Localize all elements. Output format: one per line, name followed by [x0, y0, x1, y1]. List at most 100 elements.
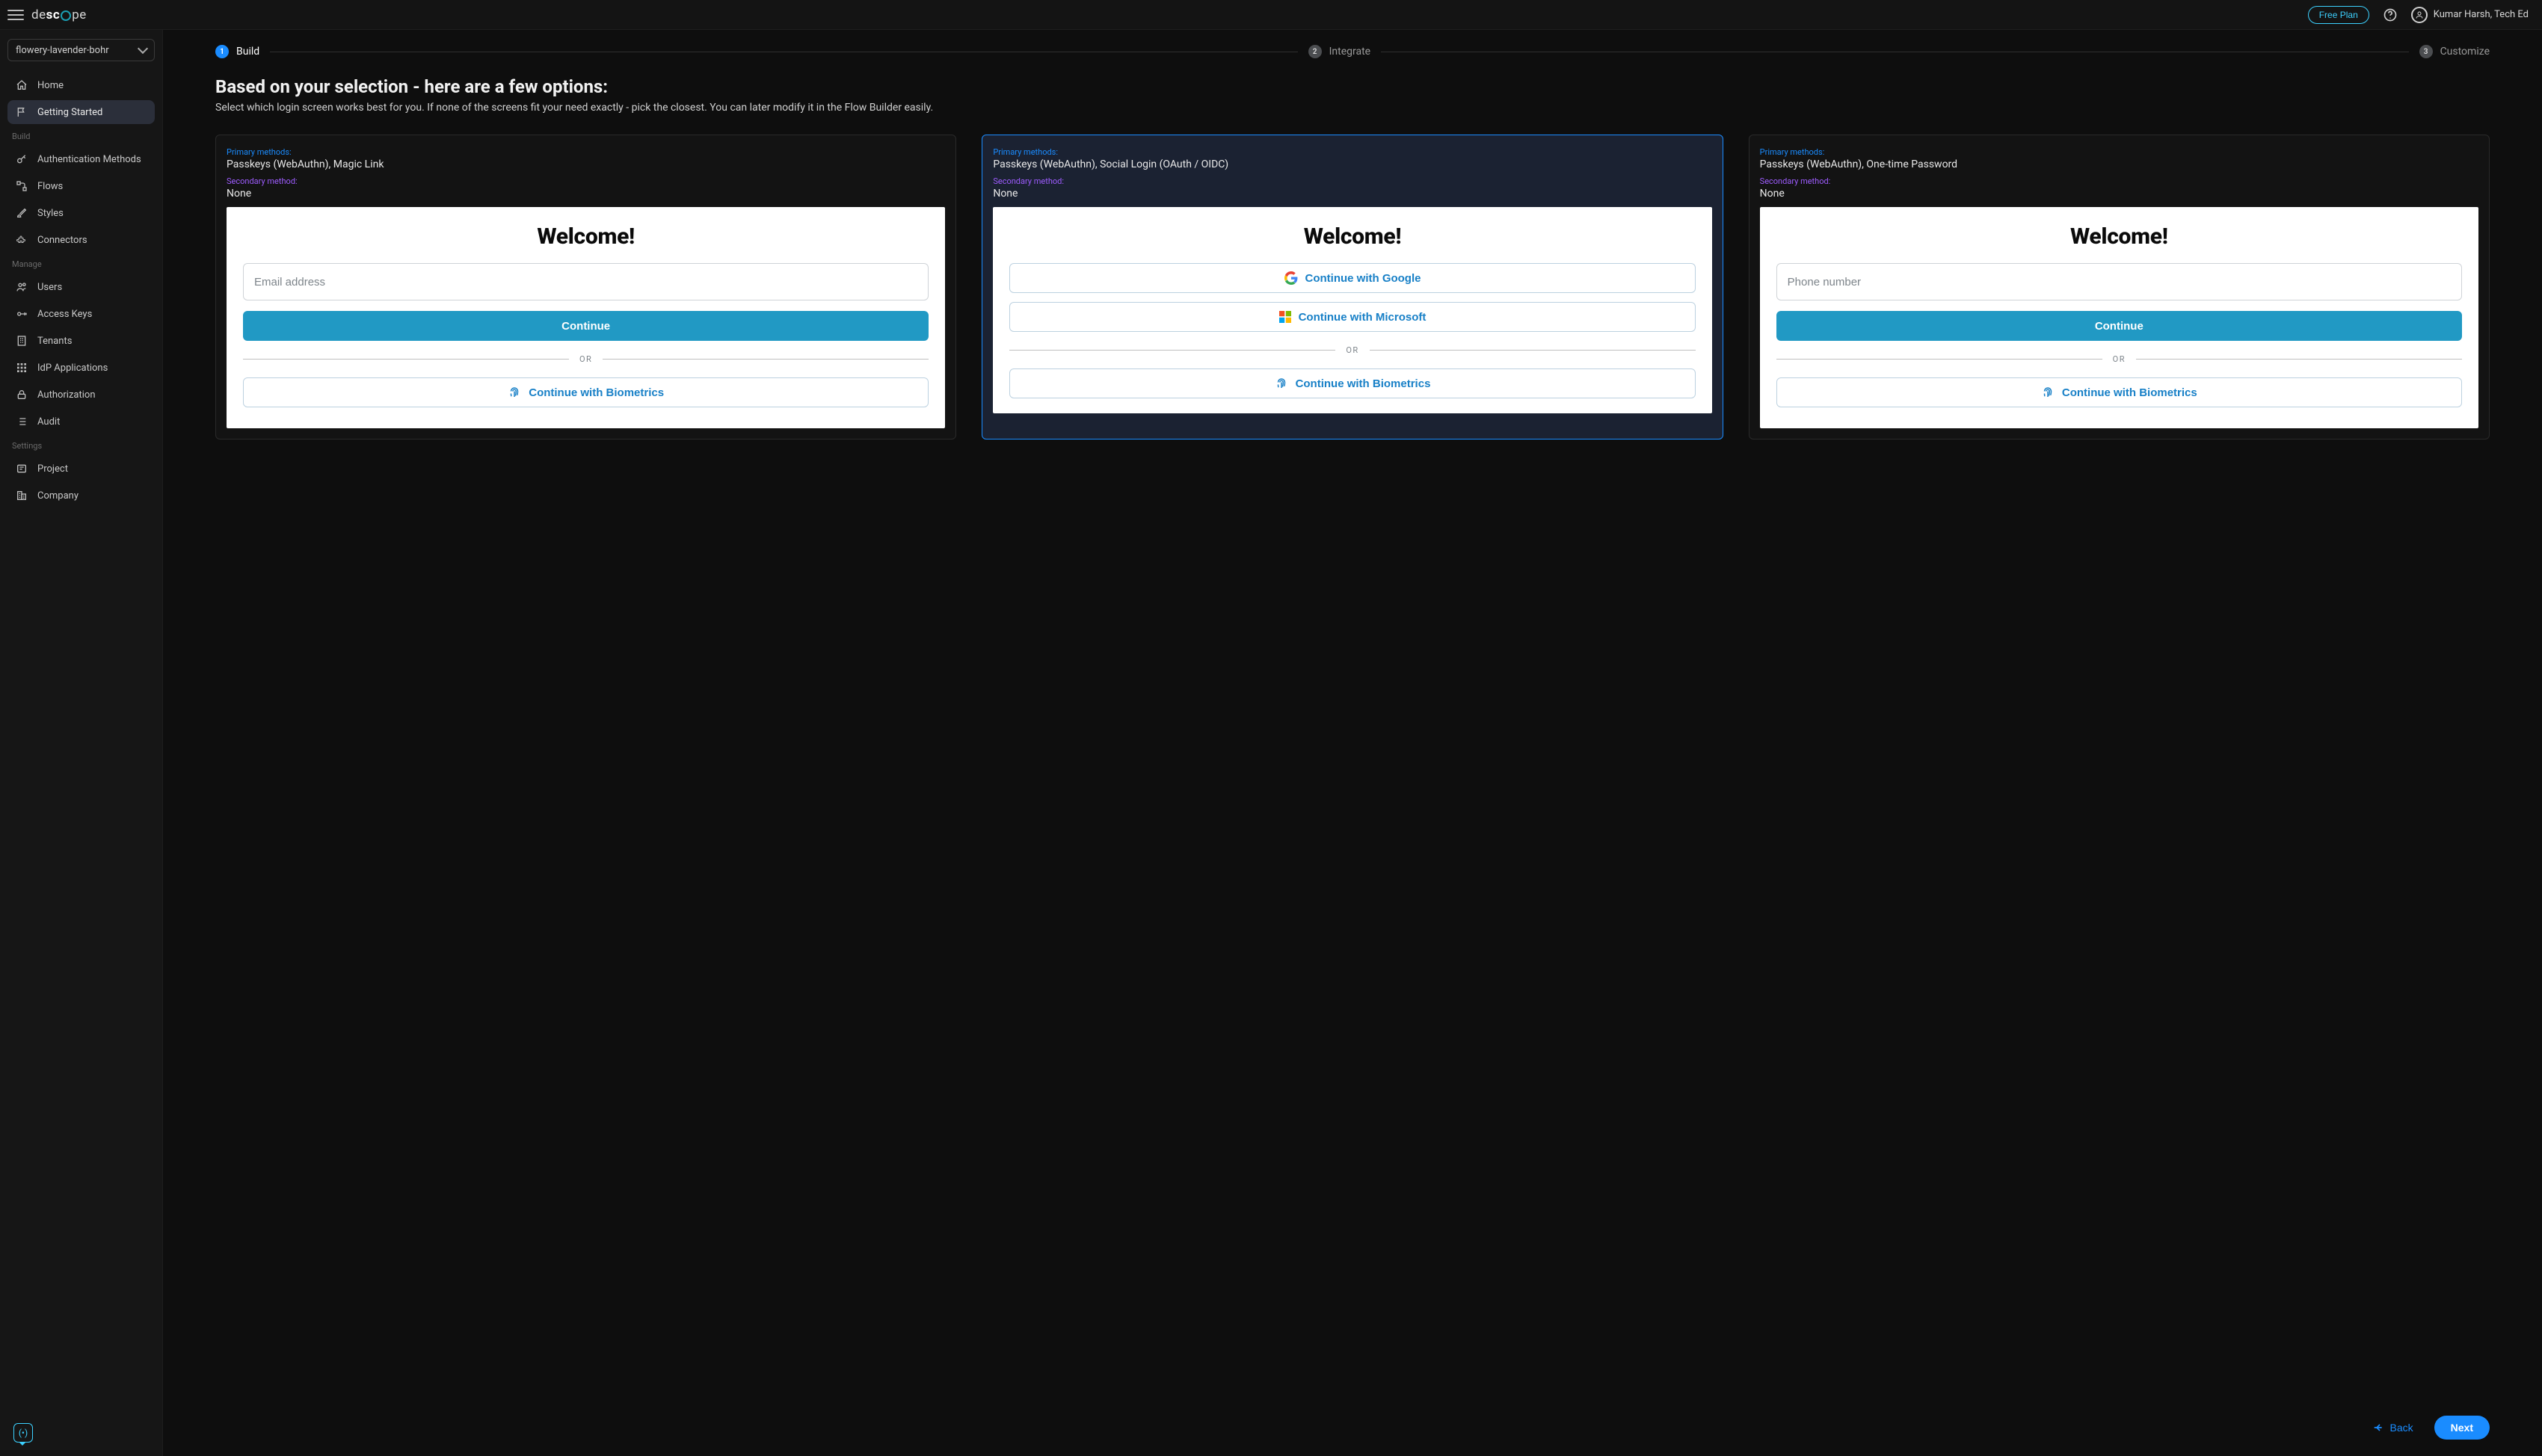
step-label-build: Build — [236, 46, 259, 58]
step-label-customize: Customize — [2440, 46, 2490, 58]
page-title: Based on your selection - here are a few… — [215, 76, 2490, 97]
menu-icon[interactable] — [7, 10, 24, 20]
sidebar-item-company[interactable]: Company — [7, 484, 155, 508]
google-label: Continue with Google — [1305, 272, 1421, 285]
sidebar-item-label: Styles — [37, 208, 64, 219]
step-num-2: 2 — [1308, 45, 1322, 58]
or-divider: OR — [1009, 345, 1695, 355]
step-label-integrate: Integrate — [1329, 46, 1371, 58]
logo: descpe — [31, 7, 87, 22]
google-button[interactable]: Continue with Google — [1009, 263, 1695, 293]
back-button[interactable]: Back — [2368, 1421, 2418, 1434]
biometrics-button[interactable]: Continue with Biometrics — [1009, 368, 1695, 398]
step-num-1: 1 — [215, 45, 229, 58]
sidebar-item-access-keys[interactable]: Access Keys — [7, 302, 155, 326]
phone-input[interactable] — [1776, 263, 2462, 300]
main: 1 Build 2 Integrate 3 Customize Based on… — [163, 30, 2542, 1456]
sidebar-item-styles[interactable]: Styles — [7, 201, 155, 225]
email-input[interactable] — [243, 263, 929, 300]
puzzle-icon — [15, 233, 28, 247]
sidebar-item-home[interactable]: Home — [7, 73, 155, 97]
biometrics-label: Continue with Biometrics — [529, 386, 664, 399]
biometrics-label: Continue with Biometrics — [2062, 386, 2197, 399]
sidebar-item-authorization[interactable]: Authorization — [7, 383, 155, 407]
step-build[interactable]: 1 Build — [215, 45, 259, 58]
secondary-label: Secondary method: — [227, 176, 945, 186]
sidebar-item-label: Getting Started — [37, 107, 102, 118]
secondary-value: None — [1760, 188, 2478, 200]
stepper: 1 Build 2 Integrate 3 Customize — [215, 45, 2490, 58]
company-icon — [15, 489, 28, 502]
project-select[interactable]: flowery-lavender-bohr — [7, 39, 155, 61]
user-chip[interactable]: Kumar Harsh, Tech Ed — [2411, 7, 2529, 23]
welcome-heading: Welcome! — [1009, 223, 1695, 250]
project-name: flowery-lavender-bohr — [16, 45, 109, 56]
sidebar-item-label: Project — [37, 463, 68, 475]
user-name: Kumar Harsh, Tech Ed — [2434, 9, 2529, 20]
microsoft-button[interactable]: Continue with Microsoft — [1009, 302, 1695, 332]
sidebar-item-label: Authorization — [37, 389, 96, 401]
option-card-3[interactable]: Primary methods: Passkeys (WebAuthn), On… — [1749, 135, 2490, 439]
home-icon — [15, 78, 28, 92]
fingerprint-icon — [2041, 386, 2055, 399]
primary-value: Passkeys (WebAuthn), Magic Link — [227, 158, 945, 170]
flag-icon — [15, 105, 28, 119]
access-keys-icon — [15, 307, 28, 321]
chat-widget-icon[interactable]: (•) — [13, 1423, 33, 1443]
sidebar-item-tenants[interactable]: Tenants — [7, 329, 155, 353]
or-divider: OR — [1776, 354, 2462, 364]
biometrics-label: Continue with Biometrics — [1296, 377, 1431, 390]
sidebar-item-label: Company — [37, 490, 79, 502]
or-text: OR — [1346, 345, 1358, 355]
primary-value: Passkeys (WebAuthn), One-time Password — [1760, 158, 2478, 170]
footer: Back Next — [2368, 1416, 2490, 1440]
continue-button[interactable]: Continue — [243, 311, 929, 341]
option-card-2[interactable]: Primary methods: Passkeys (WebAuthn), So… — [982, 135, 1723, 439]
list-icon — [15, 415, 28, 428]
or-divider: OR — [243, 354, 929, 364]
sidebar-item-connectors[interactable]: Connectors — [7, 228, 155, 252]
topbar: descpe Free Plan Kumar Harsh, Tech Ed — [0, 0, 2542, 30]
sidebar-item-getting-started[interactable]: Getting Started — [7, 100, 155, 124]
sidebar-item-auth-methods[interactable]: Authentication Methods — [7, 147, 155, 171]
preview-2: Welcome! Continue with Google Continue w… — [993, 207, 1711, 413]
key-icon — [15, 152, 28, 166]
sidebar-item-users[interactable]: Users — [7, 275, 155, 299]
sidebar-item-idp-applications[interactable]: IdP Applications — [7, 356, 155, 380]
step-integrate[interactable]: 2 Integrate — [1308, 45, 1371, 58]
step-customize[interactable]: 3 Customize — [2419, 45, 2490, 58]
flows-icon — [15, 179, 28, 193]
next-button[interactable]: Next — [2434, 1416, 2490, 1440]
sidebar-item-flows[interactable]: Flows — [7, 174, 155, 198]
microsoft-label: Continue with Microsoft — [1299, 311, 1427, 324]
sidebar-item-audit[interactable]: Audit — [7, 410, 155, 434]
fingerprint-icon — [1275, 377, 1288, 390]
secondary-label: Secondary method: — [993, 176, 1711, 186]
sidebar-item-project[interactable]: Project — [7, 457, 155, 481]
primary-label: Primary methods: — [993, 147, 1711, 157]
sidebar-item-label: Access Keys — [37, 309, 92, 320]
help-icon[interactable] — [2383, 7, 2398, 22]
folder-icon — [15, 462, 28, 475]
secondary-value: None — [227, 188, 945, 200]
biometrics-button[interactable]: Continue with Biometrics — [1776, 377, 2462, 407]
page-subtitle: Select which login screen works best for… — [215, 102, 2490, 114]
option-card-1[interactable]: Primary methods: Passkeys (WebAuthn), Ma… — [215, 135, 956, 439]
section-settings: Settings — [7, 437, 155, 454]
back-label: Back — [2390, 1422, 2413, 1434]
sidebar-item-label: Users — [37, 282, 62, 293]
fingerprint-icon — [508, 386, 521, 399]
section-build: Build — [7, 127, 155, 144]
continue-button[interactable]: Continue — [1776, 311, 2462, 341]
users-icon — [15, 280, 28, 294]
free-plan-button[interactable]: Free Plan — [2308, 6, 2369, 24]
sidebar-item-label: Tenants — [37, 336, 72, 347]
biometrics-button[interactable]: Continue with Biometrics — [243, 377, 929, 407]
sidebar-item-label: Flows — [37, 181, 63, 192]
sidebar-item-label: Authentication Methods — [37, 154, 141, 165]
or-text: OR — [2113, 354, 2126, 364]
brush-icon — [15, 206, 28, 220]
secondary-value: None — [993, 188, 1711, 200]
preview-3: Welcome! Continue OR Continue with Biome… — [1760, 207, 2478, 428]
or-text: OR — [579, 354, 592, 364]
